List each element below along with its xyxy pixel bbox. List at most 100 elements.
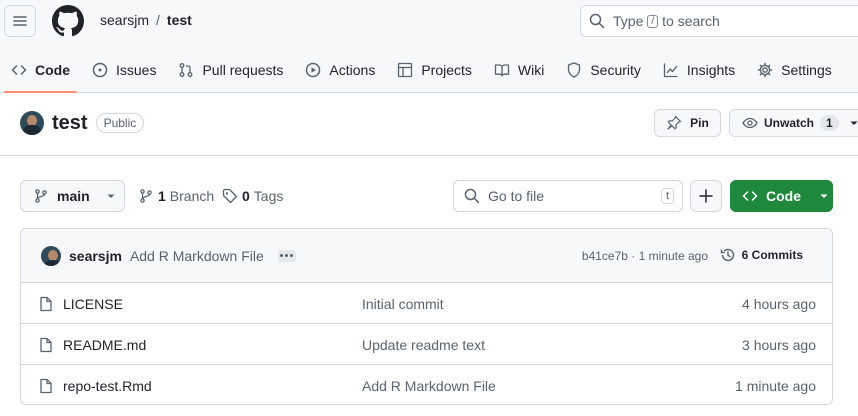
shield-icon — [568, 62, 581, 78]
repo-link[interactable]: test — [167, 12, 192, 28]
file-row[interactable]: LICENSE Initial commit 4 hours ago — [21, 283, 832, 324]
repo-tabs: Code Issues Pull requests Actions Projec… — [0, 48, 843, 93]
file-icon — [40, 378, 52, 394]
tab-pull-requests[interactable]: Pull requests — [167, 48, 294, 92]
file-commit-message[interactable]: Update readme text — [362, 337, 485, 353]
tab-settings[interactable]: Settings — [746, 48, 843, 92]
branch-select-button[interactable]: main — [20, 180, 125, 212]
file-commit-message[interactable]: Initial commit — [362, 296, 444, 312]
file-commit-message[interactable]: Add R Markdown File — [362, 378, 496, 394]
tag-icon — [222, 188, 238, 204]
plus-icon — [699, 189, 713, 203]
graph-icon — [663, 63, 678, 78]
github-logo-icon[interactable] — [52, 5, 84, 37]
code-icon — [742, 191, 758, 201]
pin-label: Pin — [690, 116, 709, 130]
tab-wiki[interactable]: Wiki — [483, 48, 555, 92]
repo-name[interactable]: test — [52, 112, 88, 135]
pull-request-icon — [180, 63, 193, 77]
commit-details-toggle[interactable] — [277, 249, 296, 262]
owner-avatar[interactable] — [20, 111, 44, 135]
tag-count: 0 — [242, 188, 250, 204]
branch-label: Branch — [169, 188, 215, 204]
pin-button[interactable]: Pin — [654, 109, 721, 137]
tab-insights[interactable]: Insights — [652, 48, 746, 92]
caret-down-icon — [820, 194, 828, 198]
branch-icon — [35, 189, 47, 203]
search-suffix-text: to search — [662, 13, 720, 29]
history-icon — [720, 248, 734, 262]
eye-icon — [742, 117, 758, 129]
file-name[interactable]: repo-test.Rmd — [63, 378, 152, 394]
tags-link[interactable]: 0 Tags — [222, 188, 283, 204]
tab-label: Issues — [116, 62, 157, 78]
search-icon — [589, 13, 605, 29]
breadcrumb-separator: / — [156, 12, 160, 28]
header-divider — [0, 155, 858, 156]
tab-label: Settings — [781, 62, 832, 78]
commit-hash-time[interactable]: b41ce7b · 1 minute ago — [582, 249, 708, 263]
hamburger-icon — [13, 16, 27, 26]
gear-icon — [757, 62, 773, 78]
hamburger-menu-button[interactable] — [4, 5, 36, 37]
caret-down-icon — [850, 121, 858, 125]
unwatch-label: Unwatch — [764, 116, 815, 130]
branch-name: main — [57, 188, 90, 204]
file-commit-age: 4 hours ago — [742, 296, 816, 312]
go-to-file-placeholder: Go to file — [488, 188, 545, 204]
search-icon — [464, 188, 480, 204]
add-file-button[interactable] — [690, 180, 722, 212]
tab-label: Insights — [686, 62, 736, 78]
search-input[interactable]: Type / to search — [580, 5, 858, 37]
breadcrumb: searsjm / test — [100, 12, 192, 28]
table-icon — [398, 62, 413, 78]
commit-author-avatar[interactable] — [41, 245, 61, 266]
pin-icon — [667, 115, 682, 130]
branch-count: 1 — [158, 188, 166, 204]
watch-count: 1 — [820, 115, 839, 131]
file-commit-age: 3 hours ago — [742, 337, 816, 353]
code-icon — [11, 65, 27, 75]
branch-icon — [140, 189, 152, 203]
tag-label: Tags — [253, 188, 284, 204]
owner-link[interactable]: searsjm — [100, 12, 149, 28]
latest-commit-bar: searsjm Add R Markdown File b41ce7b · 1 … — [21, 229, 832, 283]
go-to-file-input[interactable]: Go to file t — [453, 180, 683, 212]
tab-label: Actions — [329, 62, 376, 78]
search-shortcut-key: / — [647, 14, 659, 28]
tab-label: Projects — [421, 62, 472, 78]
tab-security[interactable]: Security — [555, 48, 652, 92]
tab-projects[interactable]: Projects — [386, 48, 483, 92]
tab-label: Pull requests — [202, 62, 284, 78]
file-name[interactable]: LICENSE — [63, 296, 123, 312]
file-browser: searsjm Add R Markdown File b41ce7b · 1 … — [20, 228, 833, 405]
tab-label: Code — [35, 62, 70, 78]
tab-label: Wiki — [517, 62, 545, 78]
visibility-badge: Public — [95, 113, 145, 133]
tab-actions[interactable]: Actions — [294, 48, 386, 92]
repo-title-row: test Public — [20, 111, 145, 135]
file-commit-age: 1 minute ago — [735, 378, 816, 394]
file-icon — [40, 296, 52, 312]
commit-author[interactable]: searsjm — [69, 248, 122, 264]
tab-code[interactable]: Code — [0, 48, 81, 93]
commit-message[interactable]: Add R Markdown File — [130, 248, 264, 264]
file-icon — [40, 337, 52, 353]
code-button-label: Code — [766, 188, 801, 204]
tab-label: Security — [590, 62, 641, 78]
search-prefix-text: Type — [613, 13, 644, 29]
global-header: searsjm / test Type / to search Code Iss… — [0, 0, 858, 93]
code-dropdown-button[interactable]: Code — [730, 180, 833, 212]
branches-link[interactable]: 1 Branch — [138, 188, 214, 204]
go-to-file-shortcut: t — [660, 188, 674, 204]
file-row[interactable]: README.md Update readme text 3 hours ago — [21, 324, 832, 365]
play-icon — [306, 62, 321, 78]
tab-issues[interactable]: Issues — [81, 48, 167, 92]
issue-icon — [92, 62, 108, 78]
unwatch-button[interactable]: Unwatch 1 — [729, 109, 858, 137]
commit-count: 6 Commits — [741, 248, 803, 262]
file-name[interactable]: README.md — [63, 337, 146, 353]
commits-history-link[interactable]: 6 Commits — [720, 247, 803, 263]
book-icon — [494, 64, 510, 77]
file-row[interactable]: repo-test.Rmd Add R Markdown File 1 minu… — [21, 365, 832, 404]
